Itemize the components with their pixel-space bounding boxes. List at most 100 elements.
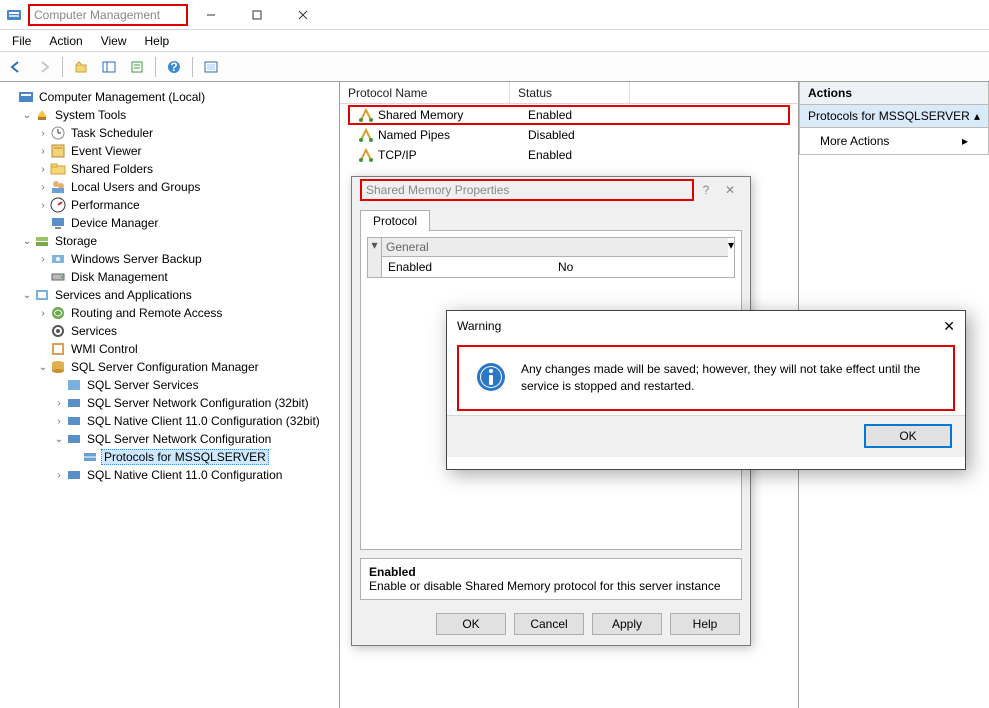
protocol-status: Enabled [520,148,640,162]
help-title: Enabled [369,565,733,579]
actions-group[interactable]: Protocols for MSSQLSERVER ▴ [799,105,989,128]
tree-sql-net-32[interactable]: ›SQL Server Network Configuration (32bit… [2,394,337,412]
more-actions[interactable]: More Actions ▸ [799,128,989,155]
menu-help[interactable]: Help [137,32,178,50]
apply-button[interactable]: Apply [592,613,662,635]
grid-value: No [552,260,728,274]
protocol-icon [358,147,374,163]
ok-button[interactable]: OK [436,613,506,635]
protocol-name: Named Pipes [378,128,450,142]
tree-sql-config-manager[interactable]: ⌄SQL Server Configuration Manager [2,358,337,376]
tree-system-tools[interactable]: ⌄System Tools [2,106,337,124]
collapse-icon[interactable]: ▴ [974,109,980,123]
protocol-icon [358,127,374,143]
col-protocol-name[interactable]: Protocol Name [340,82,510,103]
list-row-shared-memory[interactable]: Shared Memory Enabled [348,105,790,125]
dialog-close-icon[interactable]: ✕ [718,183,742,197]
warning-title: Warning [457,319,943,333]
warning-body: Any changes made will be saved; however,… [457,345,955,411]
menu-view[interactable]: View [93,32,135,50]
properties-button[interactable] [125,56,149,78]
toolbar: ? [0,52,989,82]
tree-device-manager[interactable]: Device Manager [2,214,337,232]
tree-performance[interactable]: ›Performance [2,196,337,214]
collapse-icon[interactable]: ▾ [368,238,382,277]
actions-header: Actions [799,82,989,105]
tree-task-scheduler[interactable]: ›Task Scheduler [2,124,337,142]
protocol-status: Disabled [520,128,640,142]
list-row-tcpip[interactable]: TCP/IP Enabled [340,145,798,165]
tree-storage[interactable]: ⌄Storage [2,232,337,250]
menubar: File Action View Help [0,30,989,52]
help-button[interactable]: Help [670,613,740,635]
protocol-list: Shared Memory Enabled Named Pipes Disabl… [340,105,798,165]
dialog-help-icon[interactable]: ? [694,183,718,197]
show-hide-tree-button[interactable] [97,56,121,78]
refresh-button[interactable] [199,56,223,78]
dialog-tabbar: Protocol [352,203,750,230]
menu-action[interactable]: Action [41,32,90,50]
tree-windows-backup[interactable]: ›Windows Server Backup [2,250,337,268]
warning-text: Any changes made will be saved; however,… [521,361,937,395]
grid-row-enabled[interactable]: Enabled No [382,257,728,277]
tree-wmi-control[interactable]: WMI Control [2,340,337,358]
tree-event-viewer[interactable]: ›Event Viewer [2,142,337,160]
tab-protocol[interactable]: Protocol [360,210,430,231]
tree-protocols-mssqlserver[interactable]: Protocols for MSSQLSERVER [2,448,337,466]
col-status[interactable]: Status [510,82,630,103]
toolbar-separator [155,57,156,77]
dialog-title: Shared Memory Properties [360,179,694,201]
close-button[interactable] [280,0,326,30]
app-icon [6,7,22,23]
dropdown-arrow-icon[interactable]: ▾ [728,238,734,277]
warning-button-area: OK [447,415,965,457]
dialog-buttons: OK Cancel Apply Help [436,613,740,635]
menu-file[interactable]: File [4,32,39,50]
details-panel: Protocol Name Status Shared Memory Enabl… [340,82,799,708]
warning-close-icon[interactable]: ✕ [943,318,955,335]
protocol-name: TCP/IP [378,148,417,162]
tree-services-apps[interactable]: ⌄Services and Applications [2,286,337,304]
grid-key: Enabled [382,260,552,274]
info-icon [475,361,507,393]
window-title: Computer Management [28,4,188,26]
protocol-status: Enabled [520,108,640,122]
warning-dialog: Warning ✕ Any changes made will be saved… [446,310,966,470]
toolbar-separator [62,57,63,77]
dialog-titlebar[interactable]: Shared Memory Properties ? ✕ [352,177,750,203]
list-header: Protocol Name Status [340,82,798,104]
up-button[interactable] [69,56,93,78]
protocol-icon [358,107,374,123]
tree-routing-remote[interactable]: ›Routing and Remote Access [2,304,337,322]
grid-section-general: General [382,238,728,257]
svg-text:?: ? [170,60,177,74]
tree-shared-folders[interactable]: ›Shared Folders [2,160,337,178]
tree-disk-management[interactable]: Disk Management [2,268,337,286]
tree-local-users[interactable]: ›Local Users and Groups [2,178,337,196]
more-actions-label: More Actions [820,134,889,148]
titlebar: Computer Management [0,0,989,30]
tree-panel: Computer Management (Local) ⌄System Tool… [0,82,340,708]
tree-sql-nc[interactable]: ›SQL Native Client 11.0 Configuration [2,466,337,484]
cancel-button[interactable]: Cancel [514,613,584,635]
warning-titlebar[interactable]: Warning ✕ [447,311,965,341]
help-button[interactable]: ? [162,56,186,78]
maximize-button[interactable] [234,0,280,30]
list-row-named-pipes[interactable]: Named Pipes Disabled [340,125,798,145]
actions-group-label: Protocols for MSSQLSERVER [808,109,970,123]
forward-button[interactable] [32,56,56,78]
help-text: Enable or disable Shared Memory protocol… [369,579,733,593]
protocol-name: Shared Memory [378,108,463,122]
back-button[interactable] [4,56,28,78]
tree-services[interactable]: Services [2,322,337,340]
warning-ok-button[interactable]: OK [865,425,951,447]
minimize-button[interactable] [188,0,234,30]
tree-root[interactable]: Computer Management (Local) [2,88,337,106]
help-box: Enabled Enable or disable Shared Memory … [360,558,742,600]
chevron-right-icon: ▸ [962,134,968,148]
tree-sql-services[interactable]: SQL Server Services [2,376,337,394]
tree-sql-net[interactable]: ⌄SQL Server Network Configuration [2,430,337,448]
tree-sql-nc-32[interactable]: ›SQL Native Client 11.0 Configuration (3… [2,412,337,430]
toolbar-separator [192,57,193,77]
main-area: Computer Management (Local) ⌄System Tool… [0,82,989,708]
